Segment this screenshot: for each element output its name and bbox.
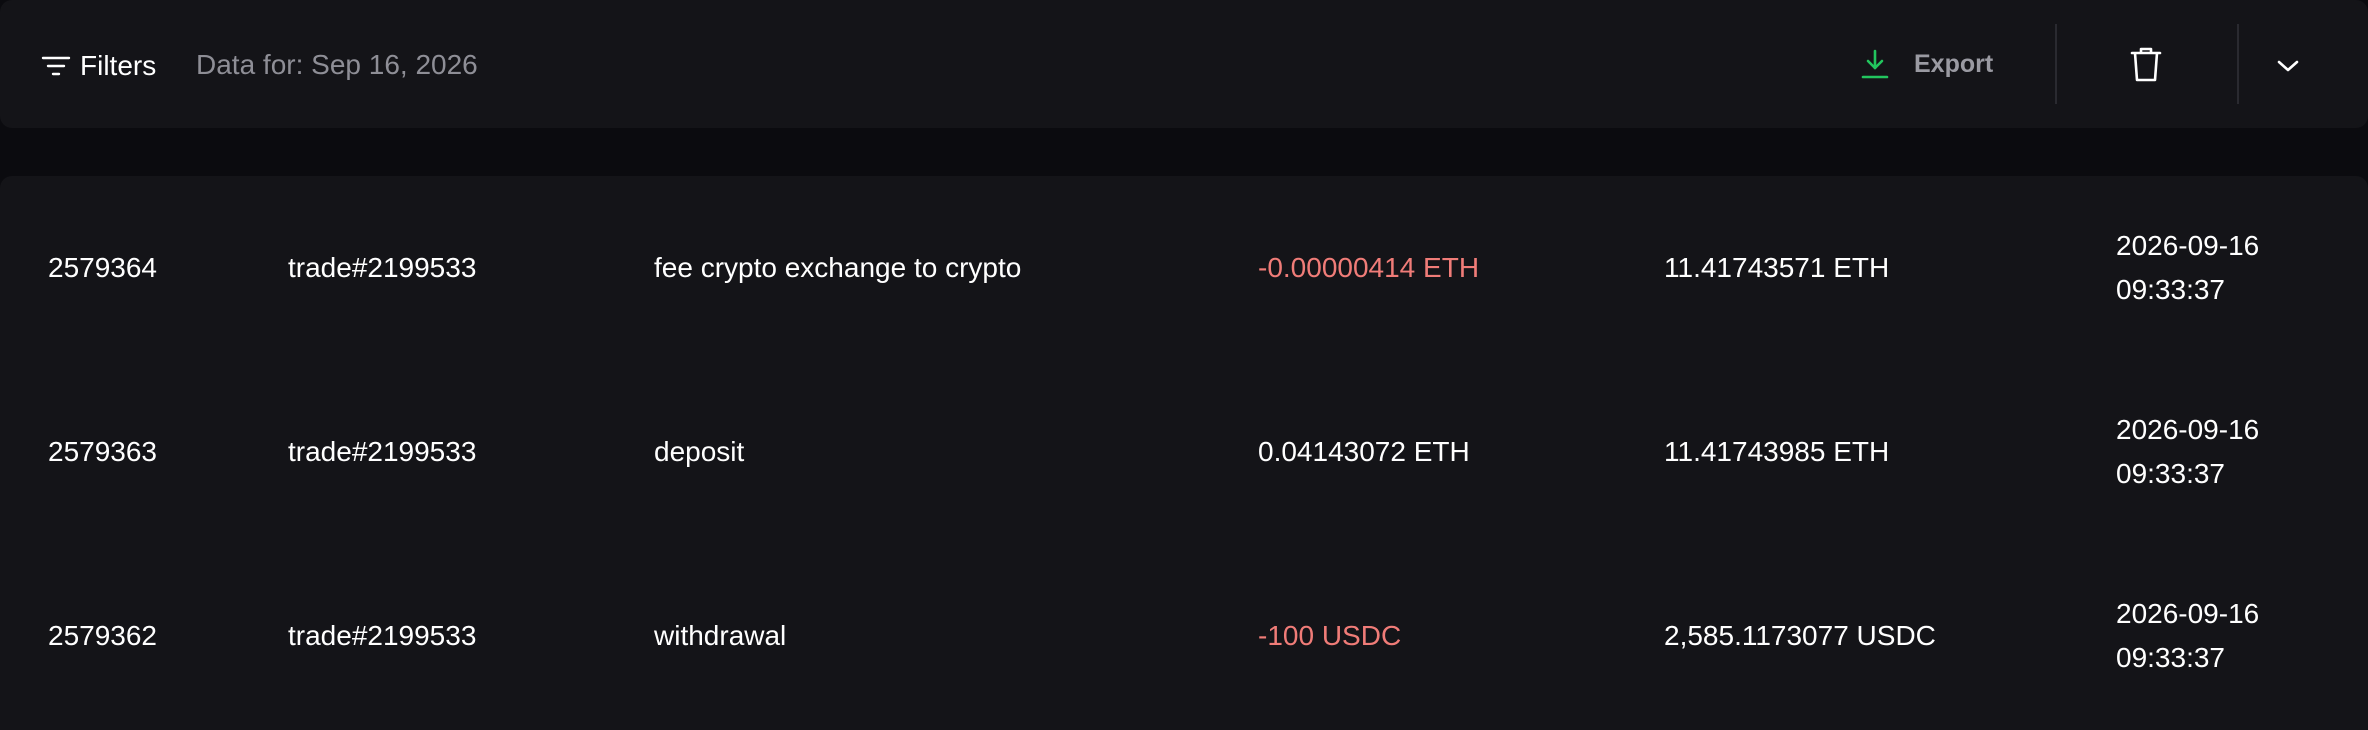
transaction-description: deposit xyxy=(654,436,745,467)
filters-button[interactable]: Filters xyxy=(40,44,156,88)
transaction-amount: -100 USDC xyxy=(1258,620,1402,651)
transaction-ref: trade#2199533 xyxy=(288,436,477,467)
trash-icon xyxy=(2130,47,2162,82)
transaction-ref: trade#2199533 xyxy=(288,620,477,651)
transaction-timestamp: 2026-09-16 09:33:37 xyxy=(2116,176,2336,360)
expand-button[interactable] xyxy=(2272,50,2304,82)
table-row[interactable]: 2579362 trade#2199533 withdrawal -100 US… xyxy=(0,544,2368,728)
transaction-balance: 11.41743985 ETH xyxy=(1664,436,1890,467)
download-icon xyxy=(1861,49,1889,79)
transaction-amount: -0.00000414 ETH xyxy=(1258,252,1480,283)
transaction-balance: 2,585.1173077 USDC xyxy=(1664,620,1936,651)
transaction-date: 2026-09-16 xyxy=(2116,598,2260,629)
filters-label: Filters xyxy=(80,50,157,81)
filter-icon xyxy=(41,56,71,76)
toolbar: Filters Data for: Sep 16, 2026 Export xyxy=(0,0,2368,128)
transaction-balance: 11.41743571 ETH xyxy=(1664,252,1890,283)
transaction-timestamp: 2026-09-16 09:33:37 xyxy=(2116,360,2336,544)
export-label: Export xyxy=(1914,49,1994,78)
transaction-date: 2026-09-16 xyxy=(2116,230,2260,261)
transaction-id: 2579364 xyxy=(48,252,158,283)
table-row[interactable]: 2579363 trade#2199533 deposit 0.04143072… xyxy=(0,360,2368,544)
transaction-amount: 0.04143072 ETH xyxy=(1258,436,1470,467)
transactions-table: 2579364 trade#2199533 fee crypto exchang… xyxy=(0,176,2368,730)
delete-button[interactable] xyxy=(2126,44,2166,84)
chevron-down-icon xyxy=(2277,60,2299,72)
transaction-time: 09:33:37 xyxy=(2116,274,2225,305)
transaction-description: withdrawal xyxy=(654,620,787,651)
transaction-id: 2579362 xyxy=(48,620,158,651)
date-label: Data for: Sep 16, 2026 xyxy=(196,49,478,80)
toolbar-divider xyxy=(2055,24,2057,104)
table-row[interactable]: 2579364 trade#2199533 fee crypto exchang… xyxy=(0,176,2368,360)
export-button[interactable]: Export xyxy=(1860,44,1993,84)
transaction-ref: trade#2199533 xyxy=(288,252,477,283)
transaction-time: 09:33:37 xyxy=(2116,458,2225,489)
transaction-time: 09:33:37 xyxy=(2116,642,2225,673)
transaction-timestamp: 2026-09-16 09:33:37 xyxy=(2116,544,2336,728)
transaction-description: fee crypto exchange to crypto xyxy=(654,252,1022,283)
toolbar-divider xyxy=(2237,24,2239,104)
transaction-date: 2026-09-16 xyxy=(2116,414,2260,445)
transaction-id: 2579363 xyxy=(48,436,158,467)
